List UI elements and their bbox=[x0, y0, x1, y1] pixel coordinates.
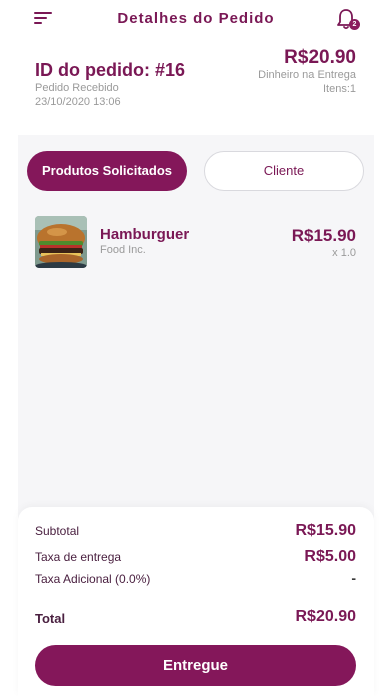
delivery-fee-label: Taxa de entrega bbox=[35, 550, 122, 564]
items-count: Itens:1 bbox=[322, 83, 356, 95]
top-bar: Detalhes do Pedido 2 bbox=[18, 0, 374, 40]
order-status: Pedido Recebido bbox=[35, 82, 119, 94]
tab-requested-products[interactable]: Produtos Solicitados bbox=[27, 151, 187, 191]
subtotal-label: Subtotal bbox=[35, 524, 80, 538]
product-price: R$15.90 bbox=[291, 226, 356, 245]
product-quantity: x 1.0 bbox=[332, 247, 356, 259]
notification-count-badge: 2 bbox=[349, 19, 360, 30]
order-id: ID do pedido: #16 bbox=[35, 60, 186, 80]
notifications-button[interactable]: 2 bbox=[336, 8, 360, 30]
extra-fee-value: - bbox=[351, 570, 356, 586]
delivery-fee-value: R$5.00 bbox=[304, 548, 356, 565]
order-totals-panel: Subtotal R$15.90 Taxa de entrega R$5.00 … bbox=[18, 507, 374, 696]
order-date: 23/10/2020 13:06 bbox=[35, 96, 121, 108]
total-value: R$20.90 bbox=[295, 608, 357, 625]
list-item[interactable]: Hamburguer Food Inc. R$15.90 x 1.0 bbox=[18, 206, 374, 276]
page-title: Detalhes do Pedido bbox=[117, 10, 275, 27]
order-total-price: R$20.90 bbox=[284, 47, 356, 68]
order-summary-card: ID do pedido: #16 Pedido Recebido 23/10/… bbox=[18, 40, 374, 135]
extra-fee-label: Taxa Adicional (0.0%) bbox=[35, 572, 151, 586]
product-name: Hamburguer bbox=[100, 226, 190, 243]
product-image bbox=[35, 216, 87, 268]
subtotal-value: R$15.90 bbox=[295, 522, 357, 539]
tab-client[interactable]: Cliente bbox=[204, 151, 364, 191]
total-label: Total bbox=[35, 611, 66, 626]
payment-method: Dinheiro na Entrega bbox=[258, 69, 356, 81]
delivered-button[interactable]: Entregue bbox=[35, 645, 356, 686]
product-vendor: Food Inc. bbox=[100, 244, 146, 256]
